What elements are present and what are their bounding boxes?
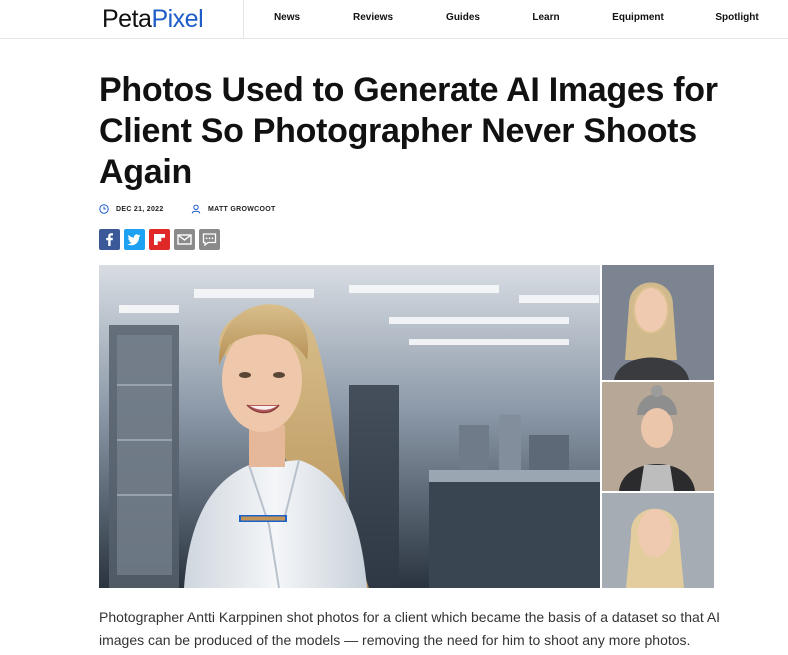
nav-news[interactable]: News [274,12,300,23]
flipboard-icon [154,234,165,245]
article-author[interactable]: MATT GROWCOOT [191,204,276,214]
email-share-button[interactable] [174,229,195,250]
article-intro: Photographer Antti Karppinen shot photos… [99,609,721,648]
comment-icon [202,233,217,247]
nav-equipment[interactable]: Equipment [612,12,664,23]
hero-illustration [99,265,714,588]
article-author-name[interactable]: MATT GROWCOOT [208,206,276,213]
nav-guides[interactable]: Guides [446,12,480,23]
comment-share-button[interactable] [199,229,220,250]
article-date: DEC 21, 2022 [99,204,164,214]
nav-reviews[interactable]: Reviews [353,12,393,23]
article-date-text: DEC 21, 2022 [116,205,164,213]
flipboard-share-button[interactable] [149,229,170,250]
facebook-icon [106,233,113,246]
twitter-share-button[interactable] [124,229,145,250]
site-header: PetaPixel News Reviews Guides Learn Equi… [0,0,788,39]
clock-icon [99,204,109,214]
article-title: Photos Used to Generate AI Images for Cl… [99,71,718,191]
main-nav: News Reviews Guides Learn Equipment Spot… [0,0,788,38]
nav-spotlight[interactable]: Spotlight [715,12,758,23]
hero-image[interactable] [99,265,714,588]
nav-learn[interactable]: Learn [532,12,559,23]
twitter-icon [127,234,141,246]
email-icon [177,234,192,245]
facebook-share-button[interactable] [99,229,120,250]
user-icon [191,204,201,214]
